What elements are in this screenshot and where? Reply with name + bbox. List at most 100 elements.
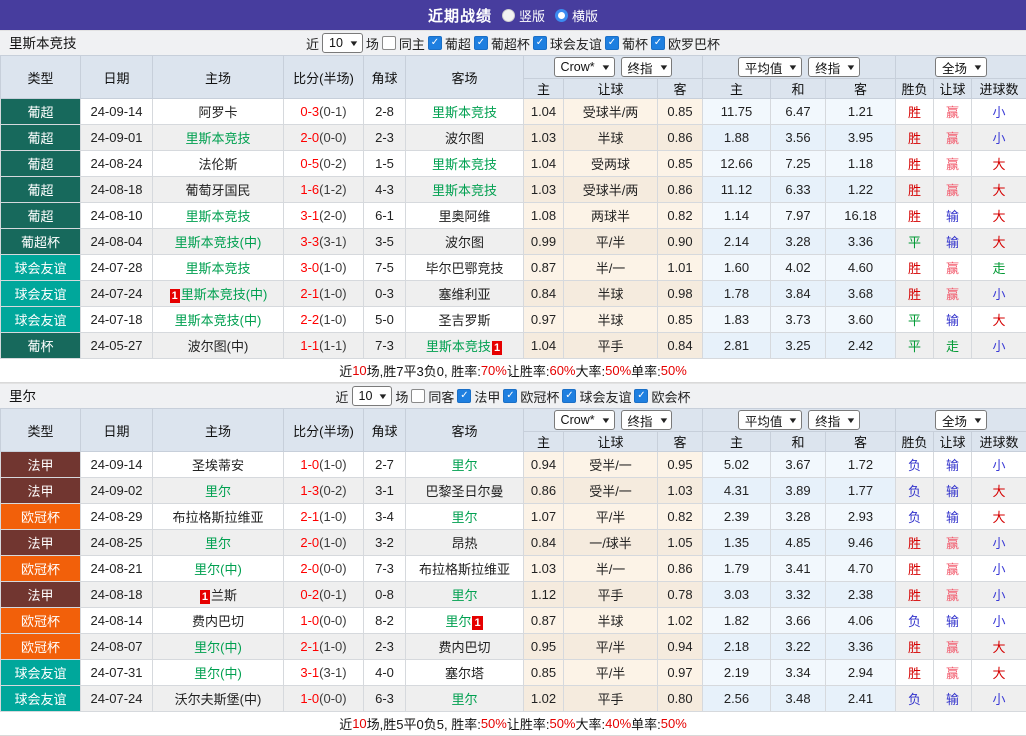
home-team-name[interactable]: 里斯本竞技(中) (175, 313, 262, 328)
home-team-name[interactable]: 里斯本竞技 (185, 209, 250, 224)
away-team-name[interactable]: 里尔 (445, 614, 471, 629)
away-team-cell[interactable]: 巴黎圣日尔曼 (406, 478, 524, 504)
radio-unselected-icon[interactable] (555, 9, 568, 22)
layout-radio-vertical[interactable]: 竖版 (502, 6, 545, 25)
home-team-cell[interactable]: 里尔 (153, 530, 284, 556)
away-team-name[interactable]: 布拉格斯拉维亚 (419, 562, 510, 577)
away-team-name[interactable]: 里奥阿维 (438, 209, 490, 224)
away-team-name[interactable]: 塞维利亚 (438, 287, 490, 302)
home-team-cell[interactable]: 法伦斯 (153, 151, 284, 177)
odds-source-select[interactable]: Crow*▼ (554, 410, 615, 430)
home-team-name[interactable]: 里斯本竞技(中) (175, 235, 262, 250)
away-team-cell[interactable]: 里尔 (406, 452, 524, 478)
away-team-cell[interactable]: 里斯本竞技 (406, 151, 524, 177)
away-team-name[interactable]: 昂热 (451, 536, 477, 551)
home-team-cell[interactable]: 里斯本竞技(中) (153, 229, 284, 255)
euro-stage-select[interactable]: 终指▼ (808, 57, 860, 77)
home-team-name[interactable]: 里尔(中) (194, 562, 242, 577)
home-team-cell[interactable]: 里斯本竞技 (153, 203, 284, 229)
league-checkbox-0[interactable]: ✓ (457, 389, 471, 403)
average-select[interactable]: 平均值▼ (738, 57, 802, 77)
league-checkbox-3[interactable]: ✓ (634, 389, 648, 403)
home-team-cell[interactable]: 里尔 (153, 478, 284, 504)
league-checkbox-1[interactable]: ✓ (503, 389, 517, 403)
away-team-cell[interactable]: 里尔 (406, 504, 524, 530)
away-team-name[interactable]: 里斯本竞技 (432, 183, 497, 198)
away-team-name[interactable]: 里尔 (451, 510, 477, 525)
away-team-name[interactable]: 巴黎圣日尔曼 (425, 484, 503, 499)
away-team-name[interactable]: 波尔图 (445, 235, 484, 250)
away-team-cell[interactable]: 里尔 (406, 582, 524, 608)
home-team-cell[interactable]: 里斯本竞技(中) (153, 307, 284, 333)
scope-select[interactable]: 全场▼ (935, 410, 987, 430)
layout-radio-horizontal[interactable]: 横版 (555, 6, 598, 25)
home-team-cell[interactable]: 费内巴切 (153, 608, 284, 634)
away-team-name[interactable]: 费内巴切 (438, 640, 490, 655)
away-team-name[interactable]: 里尔 (451, 692, 477, 707)
home-team-name[interactable]: 里斯本竞技 (185, 131, 250, 146)
home-team-name[interactable]: 布拉格斯拉维亚 (172, 510, 263, 525)
away-team-name[interactable]: 里斯本竞技 (426, 339, 491, 354)
euro-stage-select[interactable]: 终指▼ (808, 410, 860, 430)
away-team-cell[interactable]: 布拉格斯拉维亚 (406, 556, 524, 582)
home-team-name[interactable]: 里尔(中) (194, 666, 242, 681)
radio-selected-icon[interactable] (502, 9, 515, 22)
home-team-cell[interactable]: 1里斯本竞技(中) (153, 281, 284, 307)
away-team-cell[interactable]: 塞尔塔 (406, 660, 524, 686)
home-team-name[interactable]: 兰斯 (211, 588, 237, 603)
home-team-name[interactable]: 沃尔夫斯堡(中) (175, 692, 262, 707)
away-team-cell[interactable]: 费内巴切 (406, 634, 524, 660)
league-checkbox-1[interactable]: ✓ (474, 36, 488, 50)
league-checkbox-3[interactable]: ✓ (605, 36, 619, 50)
away-team-cell[interactable]: 里奥阿维 (406, 203, 524, 229)
away-team-cell[interactable]: 里斯本竞技 (406, 99, 524, 125)
home-team-name[interactable]: 法伦斯 (198, 157, 237, 172)
odds-source-select[interactable]: Crow*▼ (554, 57, 615, 77)
home-team-cell[interactable]: 阿罗卡 (153, 99, 284, 125)
away-team-name[interactable]: 里尔 (451, 458, 477, 473)
league-checkbox-4[interactable]: ✓ (651, 36, 665, 50)
away-team-cell[interactable]: 里尔 (406, 686, 524, 712)
home-team-cell[interactable]: 里尔(中) (153, 556, 284, 582)
away-team-cell[interactable]: 毕尔巴鄂竞技 (406, 255, 524, 281)
away-team-cell[interactable]: 塞维利亚 (406, 281, 524, 307)
home-team-name[interactable]: 里尔(中) (194, 640, 242, 655)
away-team-cell[interactable]: 波尔图 (406, 125, 524, 151)
league-checkbox-2[interactable]: ✓ (562, 389, 576, 403)
home-team-name[interactable]: 费内巴切 (192, 614, 244, 629)
home-team-name[interactable]: 波尔图(中) (188, 339, 249, 354)
home-team-name[interactable]: 圣埃蒂安 (192, 458, 244, 473)
same-venue-checkbox[interactable] (411, 389, 425, 403)
home-team-name[interactable]: 里斯本竞技(中) (181, 287, 268, 302)
league-checkbox-2[interactable]: ✓ (533, 36, 547, 50)
away-team-cell[interactable]: 里斯本竞技1 (406, 333, 524, 359)
recent-count-select[interactable]: 10▼ (352, 386, 393, 406)
average-select[interactable]: 平均值▼ (738, 410, 802, 430)
away-team-name[interactable]: 塞尔塔 (445, 666, 484, 681)
home-team-cell[interactable]: 波尔图(中) (153, 333, 284, 359)
away-team-name[interactable]: 圣吉罗斯 (438, 313, 490, 328)
home-team-name[interactable]: 阿罗卡 (198, 105, 237, 120)
home-team-cell[interactable]: 葡萄牙国民 (153, 177, 284, 203)
away-team-name[interactable]: 里斯本竞技 (432, 105, 497, 120)
away-team-name[interactable]: 毕尔巴鄂竞技 (425, 261, 503, 276)
away-team-cell[interactable]: 波尔图 (406, 229, 524, 255)
home-team-cell[interactable]: 圣埃蒂安 (153, 452, 284, 478)
home-team-name[interactable]: 葡萄牙国民 (185, 183, 250, 198)
home-team-cell[interactable]: 布拉格斯拉维亚 (153, 504, 284, 530)
away-team-name[interactable]: 里尔 (451, 588, 477, 603)
asia-stage-select[interactable]: 终指▼ (621, 57, 673, 77)
home-team-cell[interactable]: 里尔(中) (153, 634, 284, 660)
scope-select[interactable]: 全场▼ (935, 57, 987, 77)
away-team-cell[interactable]: 里斯本竞技 (406, 177, 524, 203)
home-team-name[interactable]: 里斯本竞技 (185, 261, 250, 276)
home-team-cell[interactable]: 沃尔夫斯堡(中) (153, 686, 284, 712)
home-team-name[interactable]: 里尔 (205, 536, 231, 551)
recent-count-select[interactable]: 10▼ (322, 33, 363, 53)
home-team-cell[interactable]: 里斯本竞技 (153, 255, 284, 281)
away-team-name[interactable]: 波尔图 (445, 131, 484, 146)
away-team-name[interactable]: 里斯本竞技 (432, 157, 497, 172)
home-team-cell[interactable]: 里斯本竞技 (153, 125, 284, 151)
league-checkbox-0[interactable]: ✓ (428, 36, 442, 50)
away-team-cell[interactable]: 昂热 (406, 530, 524, 556)
